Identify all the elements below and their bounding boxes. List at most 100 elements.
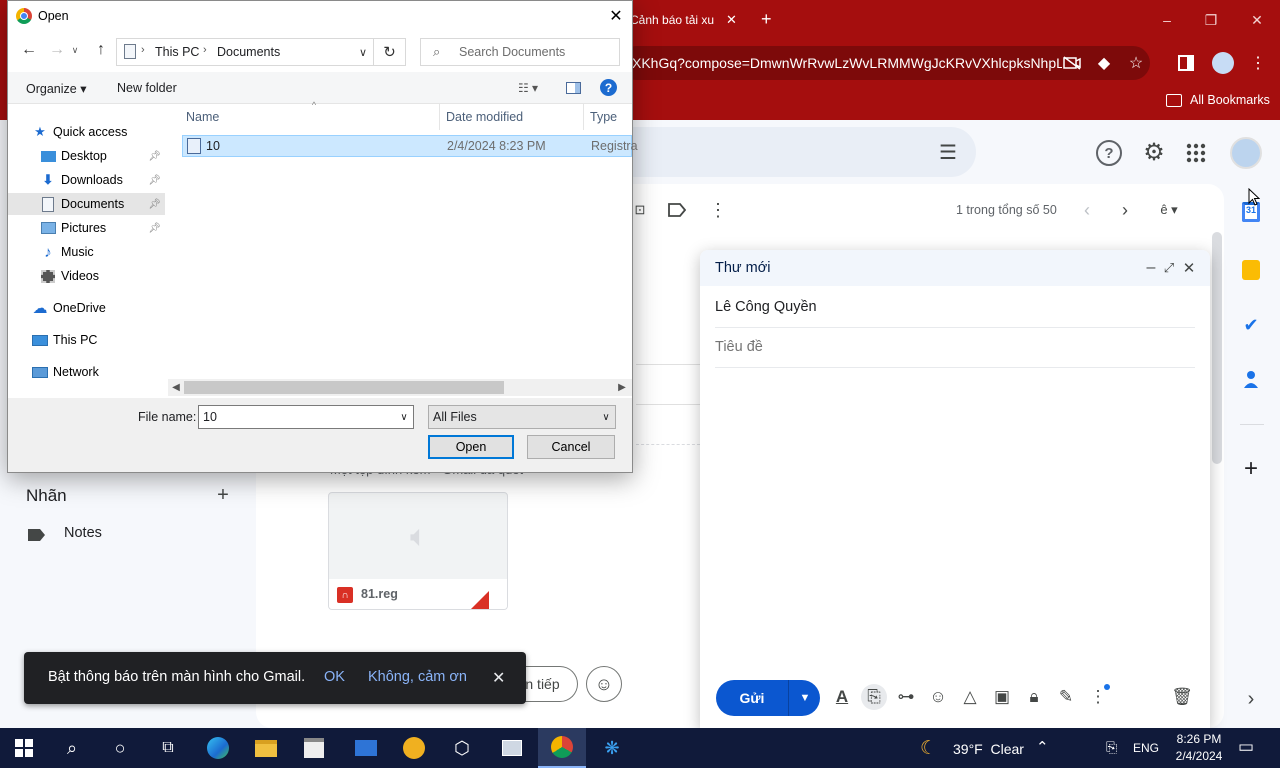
open-button[interactable]: Open [428,435,514,459]
tree-item-downloads[interactable]: ⬇ Downloads 📌︎ [8,169,165,191]
network-status-icon[interactable]: ⎘ [1106,739,1117,756]
recipients-field[interactable]: Lê Công Quyền [715,288,1195,328]
breadcrumb-documents[interactable]: Documents [217,45,280,59]
store-icon[interactable] [290,728,338,768]
send-options-icon[interactable]: ▼ [790,680,820,716]
add-label-icon[interactable]: + [212,484,234,506]
dialog-search-box[interactable]: ⌕ Search Documents [420,38,620,66]
tree-item-music[interactable]: ♪ Music [8,241,165,263]
message-body[interactable] [715,370,1195,670]
column-header-type[interactable]: Type [584,104,632,130]
file-name-dropdown-icon[interactable]: ∨ [397,408,411,426]
tree-item-quick-access[interactable]: ★ Quick access [8,121,165,143]
virtualbox-icon[interactable]: ⬡ [438,728,486,768]
chrome-menu-icon[interactable]: ⋮ [1244,49,1272,77]
file-type-select[interactable]: All Files ∨ [428,405,616,429]
signature-icon[interactable]: ✎ [1053,684,1079,710]
file-type-dropdown-icon[interactable]: ∨ [599,408,613,426]
tree-item-onedrive[interactable]: ☁ OneDrive [8,297,165,319]
remote-desktop-icon[interactable] [488,728,536,768]
input-tools-icon[interactable]: ê ▾ [1152,198,1186,222]
column-header-date[interactable]: Date modified [440,104,584,130]
app-icon[interactable]: ❋ [588,728,636,768]
expand-panel-icon[interactable]: › [1240,688,1262,710]
start-button[interactable] [0,728,48,768]
mail-scrollbar[interactable] [1212,232,1222,464]
url-text[interactable]: XKhGq?compose=DmwnWrRvwLzWvLRMMWgJcKRvVX… [632,55,1062,71]
minimize-window-icon[interactable]: – [1144,0,1190,40]
all-bookmarks-link[interactable]: All Bookmarks [1190,93,1270,107]
show-hidden-icons[interactable]: ⌃ [1036,738,1049,756]
scrollbar-thumb[interactable] [184,381,504,394]
no-camera-icon[interactable] [1058,49,1086,77]
lock-icon[interactable]: 🔒︎ [1021,684,1047,710]
attachment-card[interactable]: 🔈︎ ∩ 81.reg [328,492,508,610]
tree-item-videos[interactable]: Videos [8,265,165,287]
up-arrow-icon[interactable]: ↑ [90,38,112,62]
file-explorer-icon[interactable] [242,728,290,768]
snooze-icon[interactable]: ⊡ [630,200,650,220]
forward-arrow-icon[interactable]: → [46,38,68,62]
back-arrow-icon[interactable]: ← [18,38,40,62]
file-row[interactable]: 10 2/4/2024 8:23 PM Registra [182,135,638,157]
account-avatar[interactable] [1230,137,1262,169]
add-addon-icon[interactable]: + [1240,455,1262,482]
help-icon[interactable]: ? [600,79,617,96]
label-item-notes[interactable]: Notes [64,525,102,541]
photo-icon[interactable]: ▣ [989,684,1015,710]
contacts-icon[interactable] [1240,368,1262,390]
more-actions-icon[interactable]: ⋮ [708,198,728,222]
clock-time[interactable]: 8:26 PM [1172,732,1226,746]
brave-icon[interactable] [390,728,438,768]
file-name-input[interactable]: 10 ∨ [198,405,414,429]
recent-locations-icon[interactable]: ∨ [68,38,82,62]
format-text-icon[interactable]: A [829,684,855,710]
weather-text[interactable]: 39°F Clear [953,741,1024,757]
snackbar-close-icon[interactable]: ✕ [492,668,505,688]
send-button[interactable]: Gửi ▼ [716,680,820,716]
dialog-title-bar[interactable]: Open ✕ [8,1,632,32]
column-header-name[interactable]: Name [180,104,440,130]
tree-item-this-pc[interactable]: This PC [8,329,165,351]
translate-icon[interactable]: ◆ [1090,49,1118,77]
settings-gear-icon[interactable]: ⚙ [1140,138,1168,166]
view-options-icon[interactable]: ☷ ▾ [508,78,548,98]
cancel-button[interactable]: Cancel [527,435,615,459]
close-dialog-icon[interactable]: ✕ [602,4,630,28]
gmail-search-bar[interactable] [600,127,976,177]
tree-item-network[interactable]: Network [8,361,165,383]
drive-icon[interactable]: △ [957,684,983,710]
scroll-left-icon[interactable]: ◀ [170,380,182,395]
chrome-taskbar-icon[interactable] [538,728,586,768]
language-indicator[interactable]: ENG [1133,741,1159,755]
close-window-icon[interactable]: ✕ [1234,0,1280,40]
snackbar-dismiss-button[interactable]: Không, cảm ơn [368,669,467,685]
older-icon[interactable]: › [1114,198,1136,222]
mail-icon[interactable] [342,728,390,768]
fullscreen-compose-icon[interactable]: ⤢ [1160,258,1178,278]
emoji-icon[interactable]: ☺ [925,684,951,710]
preview-pane-icon[interactable] [566,82,581,94]
trash-icon[interactable]: 🗑︎ [1169,684,1195,710]
scroll-right-icon[interactable]: ▶ [616,380,628,395]
dialog-address-bar[interactable]: › This PC › Documents ∨ [116,38,374,66]
subject-field[interactable]: Tiêu đề [715,328,1195,368]
tree-item-desktop[interactable]: Desktop 📌︎ [8,145,165,167]
breadcrumb-this-pc[interactable]: This PC [155,45,199,59]
search-options-icon[interactable]: ☰ [934,140,962,164]
newer-icon[interactable]: ‹ [1076,198,1098,222]
profile-avatar[interactable] [1212,52,1234,74]
horizontal-scrollbar[interactable]: ◀ ▶ [168,379,632,396]
emoji-reaction-icon[interactable]: ☺ [586,666,622,702]
minimize-compose-icon[interactable]: – [1142,258,1160,278]
tree-item-pictures[interactable]: Pictures 📌︎ [8,217,165,239]
send-label[interactable]: Gửi [716,680,788,716]
tasks-icon[interactable]: ✔ [1240,314,1262,336]
cortana-icon[interactable]: ○ [96,728,144,768]
search-icon[interactable]: ⌕ [48,728,96,768]
browser-tab-title[interactable]: Cảnh báo tải xu [630,13,714,27]
address-dropdown-icon[interactable]: ∨ [355,43,371,61]
tab-close-icon[interactable]: ✕ [726,12,737,28]
tree-item-documents[interactable]: Documents 📌︎ [8,193,165,215]
recipient-chip[interactable]: Lê Công Quyền [715,299,817,315]
